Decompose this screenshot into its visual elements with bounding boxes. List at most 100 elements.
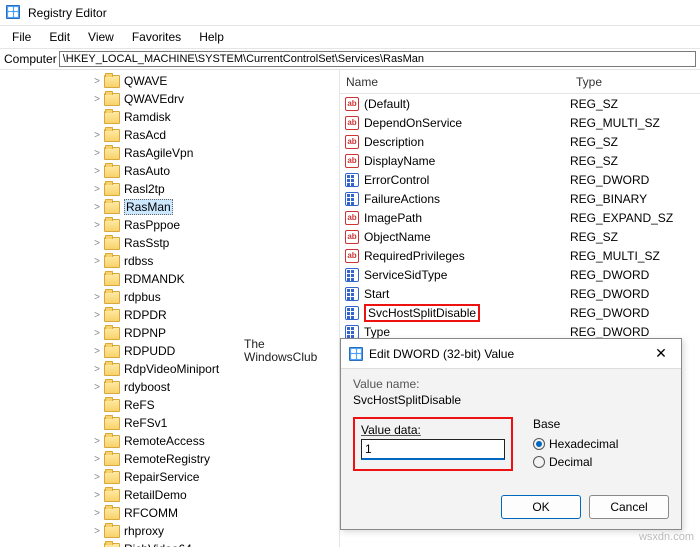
folder-icon (104, 525, 120, 538)
value-row[interactable]: abImagePathREG_EXPAND_SZ (340, 208, 700, 227)
edit-dword-dialog: Edit DWORD (32-bit) Value ✕ Value name: … (340, 338, 682, 530)
tree-item-ramdisk[interactable]: Ramdisk (0, 108, 339, 126)
value-row[interactable]: StartREG_DWORD (340, 284, 700, 303)
menu-help[interactable]: Help (191, 28, 232, 46)
menu-edit[interactable]: Edit (41, 28, 78, 46)
value-row[interactable]: ErrorControlREG_DWORD (340, 170, 700, 189)
tree-item-rdbss[interactable]: >rdbss (0, 252, 339, 270)
tree-item-rasman[interactable]: >RasMan (0, 198, 339, 216)
tree-item-rdyboost[interactable]: >rdyboost (0, 378, 339, 396)
tree-item-repairservice[interactable]: >RepairService (0, 468, 339, 486)
value-name-cell: ErrorControl (364, 173, 570, 187)
chevron-right-icon[interactable]: > (90, 166, 104, 177)
chevron-right-icon[interactable]: > (90, 202, 104, 213)
chevron-right-icon[interactable]: > (90, 76, 104, 87)
tree-item-refs[interactable]: ReFS (0, 396, 339, 414)
tree-item-remoteaccess[interactable]: >RemoteAccess (0, 432, 339, 450)
menu-favorites[interactable]: Favorites (124, 28, 189, 46)
cancel-button[interactable]: Cancel (589, 495, 669, 519)
regedit-icon (6, 5, 22, 21)
chevron-right-icon[interactable]: > (90, 508, 104, 519)
folder-icon (104, 75, 120, 88)
value-type-cell: REG_BINARY (570, 192, 690, 206)
dialog-icon (349, 347, 363, 361)
chevron-right-icon[interactable]: > (90, 382, 104, 393)
chevron-right-icon[interactable]: > (90, 130, 104, 141)
tree-item-rasauto[interactable]: >RasAuto (0, 162, 339, 180)
address-path[interactable]: \HKEY_LOCAL_MACHINE\SYSTEM\CurrentContro… (59, 51, 696, 67)
tree-item-label: RDMANDK (124, 272, 185, 286)
tree-item-rdpdr[interactable]: > RDPDR (0, 306, 339, 324)
col-type[interactable]: Type (570, 75, 690, 89)
tree-item-richvideo64[interactable]: RichVideo64 (0, 540, 339, 547)
menubar: File Edit View Favorites Help (0, 26, 700, 48)
folder-icon (104, 327, 120, 340)
ok-button[interactable]: OK (501, 495, 581, 519)
tree-item-label: rdpbus (124, 290, 161, 304)
chevron-right-icon[interactable]: > (90, 292, 104, 303)
chevron-right-icon[interactable]: > (90, 454, 104, 465)
tree-item-rdpbus[interactable]: > rdpbus (0, 288, 339, 306)
value-name-cell: ObjectName (364, 230, 570, 244)
chevron-right-icon[interactable]: > (90, 220, 104, 231)
chevron-right-icon[interactable]: > (90, 472, 104, 483)
chevron-right-icon[interactable]: > (90, 490, 104, 501)
value-row[interactable]: FailureActionsREG_BINARY (340, 189, 700, 208)
tree-item-refsv1[interactable]: ReFSv1 (0, 414, 339, 432)
value-name-cell: ImagePath (364, 211, 570, 225)
chevron-right-icon[interactable]: > (90, 436, 104, 447)
value-row[interactable]: abDisplayNameREG_SZ (340, 151, 700, 170)
value-name-cell: ServiceSidType (364, 268, 570, 282)
tree-item-rasagilevpn[interactable]: >RasAgileVpn (0, 144, 339, 162)
folder-icon (104, 309, 120, 322)
tree-item-rassstp[interactable]: >RasSstp (0, 234, 339, 252)
folder-icon (104, 273, 120, 286)
value-row[interactable]: abDependOnServiceREG_MULTI_SZ (340, 113, 700, 132)
folder-icon (104, 489, 120, 502)
folder-icon (104, 183, 120, 196)
radio-decimal[interactable]: Decimal (533, 453, 618, 471)
tree-item-raspppoe[interactable]: >RasPppoe (0, 216, 339, 234)
value-row[interactable]: ServiceSidTypeREG_DWORD (340, 265, 700, 284)
menu-view[interactable]: View (80, 28, 122, 46)
value-row[interactable]: SvcHostSplitDisableREG_DWORD (340, 303, 700, 322)
chevron-right-icon[interactable]: > (90, 526, 104, 537)
tree-item-label: RDPDR (124, 308, 167, 322)
chevron-right-icon[interactable]: > (90, 310, 104, 321)
tree-item-rdmandk[interactable]: RDMANDK (0, 270, 339, 288)
tree-item-qwavedrv[interactable]: >QWAVEdrv (0, 90, 339, 108)
tree-item-rfcomm[interactable]: > RFCOMM (0, 504, 339, 522)
string-value-icon: ab (345, 116, 359, 130)
tree-item-qwave[interactable]: >QWAVE (0, 72, 339, 90)
tree-item-remoteregistry[interactable]: >RemoteRegistry (0, 450, 339, 468)
value-row[interactable]: ab(Default)REG_SZ (340, 94, 700, 113)
chevron-right-icon[interactable]: > (90, 328, 104, 339)
tree-item-rasl2tp[interactable]: >Rasl2tp (0, 180, 339, 198)
tree-item-rhproxy[interactable]: >rhproxy (0, 522, 339, 540)
col-name[interactable]: Name (340, 75, 570, 89)
value-name: SvcHostSplitDisable (353, 393, 669, 407)
value-type-cell: REG_SZ (570, 97, 690, 111)
value-data-input[interactable] (361, 439, 505, 460)
base-group: Base Hexadecimal Decimal (533, 417, 618, 471)
chevron-right-icon[interactable]: > (90, 346, 104, 357)
close-icon[interactable]: ✕ (649, 345, 673, 362)
value-row[interactable]: abDescriptionREG_SZ (340, 132, 700, 151)
value-row[interactable]: abRequiredPrivilegesREG_MULTI_SZ (340, 246, 700, 265)
folder-icon (104, 471, 120, 484)
chevron-right-icon[interactable]: > (90, 94, 104, 105)
value-row[interactable]: abObjectNameREG_SZ (340, 227, 700, 246)
chevron-right-icon[interactable]: > (90, 184, 104, 195)
tree-item-label: RFCOMM (124, 506, 178, 520)
menu-file[interactable]: File (4, 28, 39, 46)
chevron-right-icon[interactable]: > (90, 238, 104, 249)
tree-item-rasacd[interactable]: >RasAcd (0, 126, 339, 144)
radio-hexadecimal[interactable]: Hexadecimal (533, 435, 618, 453)
watermark-thewindowsclub: The WindowsClub (244, 338, 317, 364)
chevron-right-icon[interactable]: > (90, 364, 104, 375)
tree-item-retaildemo[interactable]: >RetailDemo (0, 486, 339, 504)
folder-icon (104, 507, 120, 520)
chevron-right-icon[interactable]: > (90, 256, 104, 267)
chevron-right-icon[interactable]: > (90, 148, 104, 159)
registry-tree[interactable]: >QWAVE>QWAVEdrvRamdisk>RasAcd>RasAgileVp… (0, 70, 340, 547)
